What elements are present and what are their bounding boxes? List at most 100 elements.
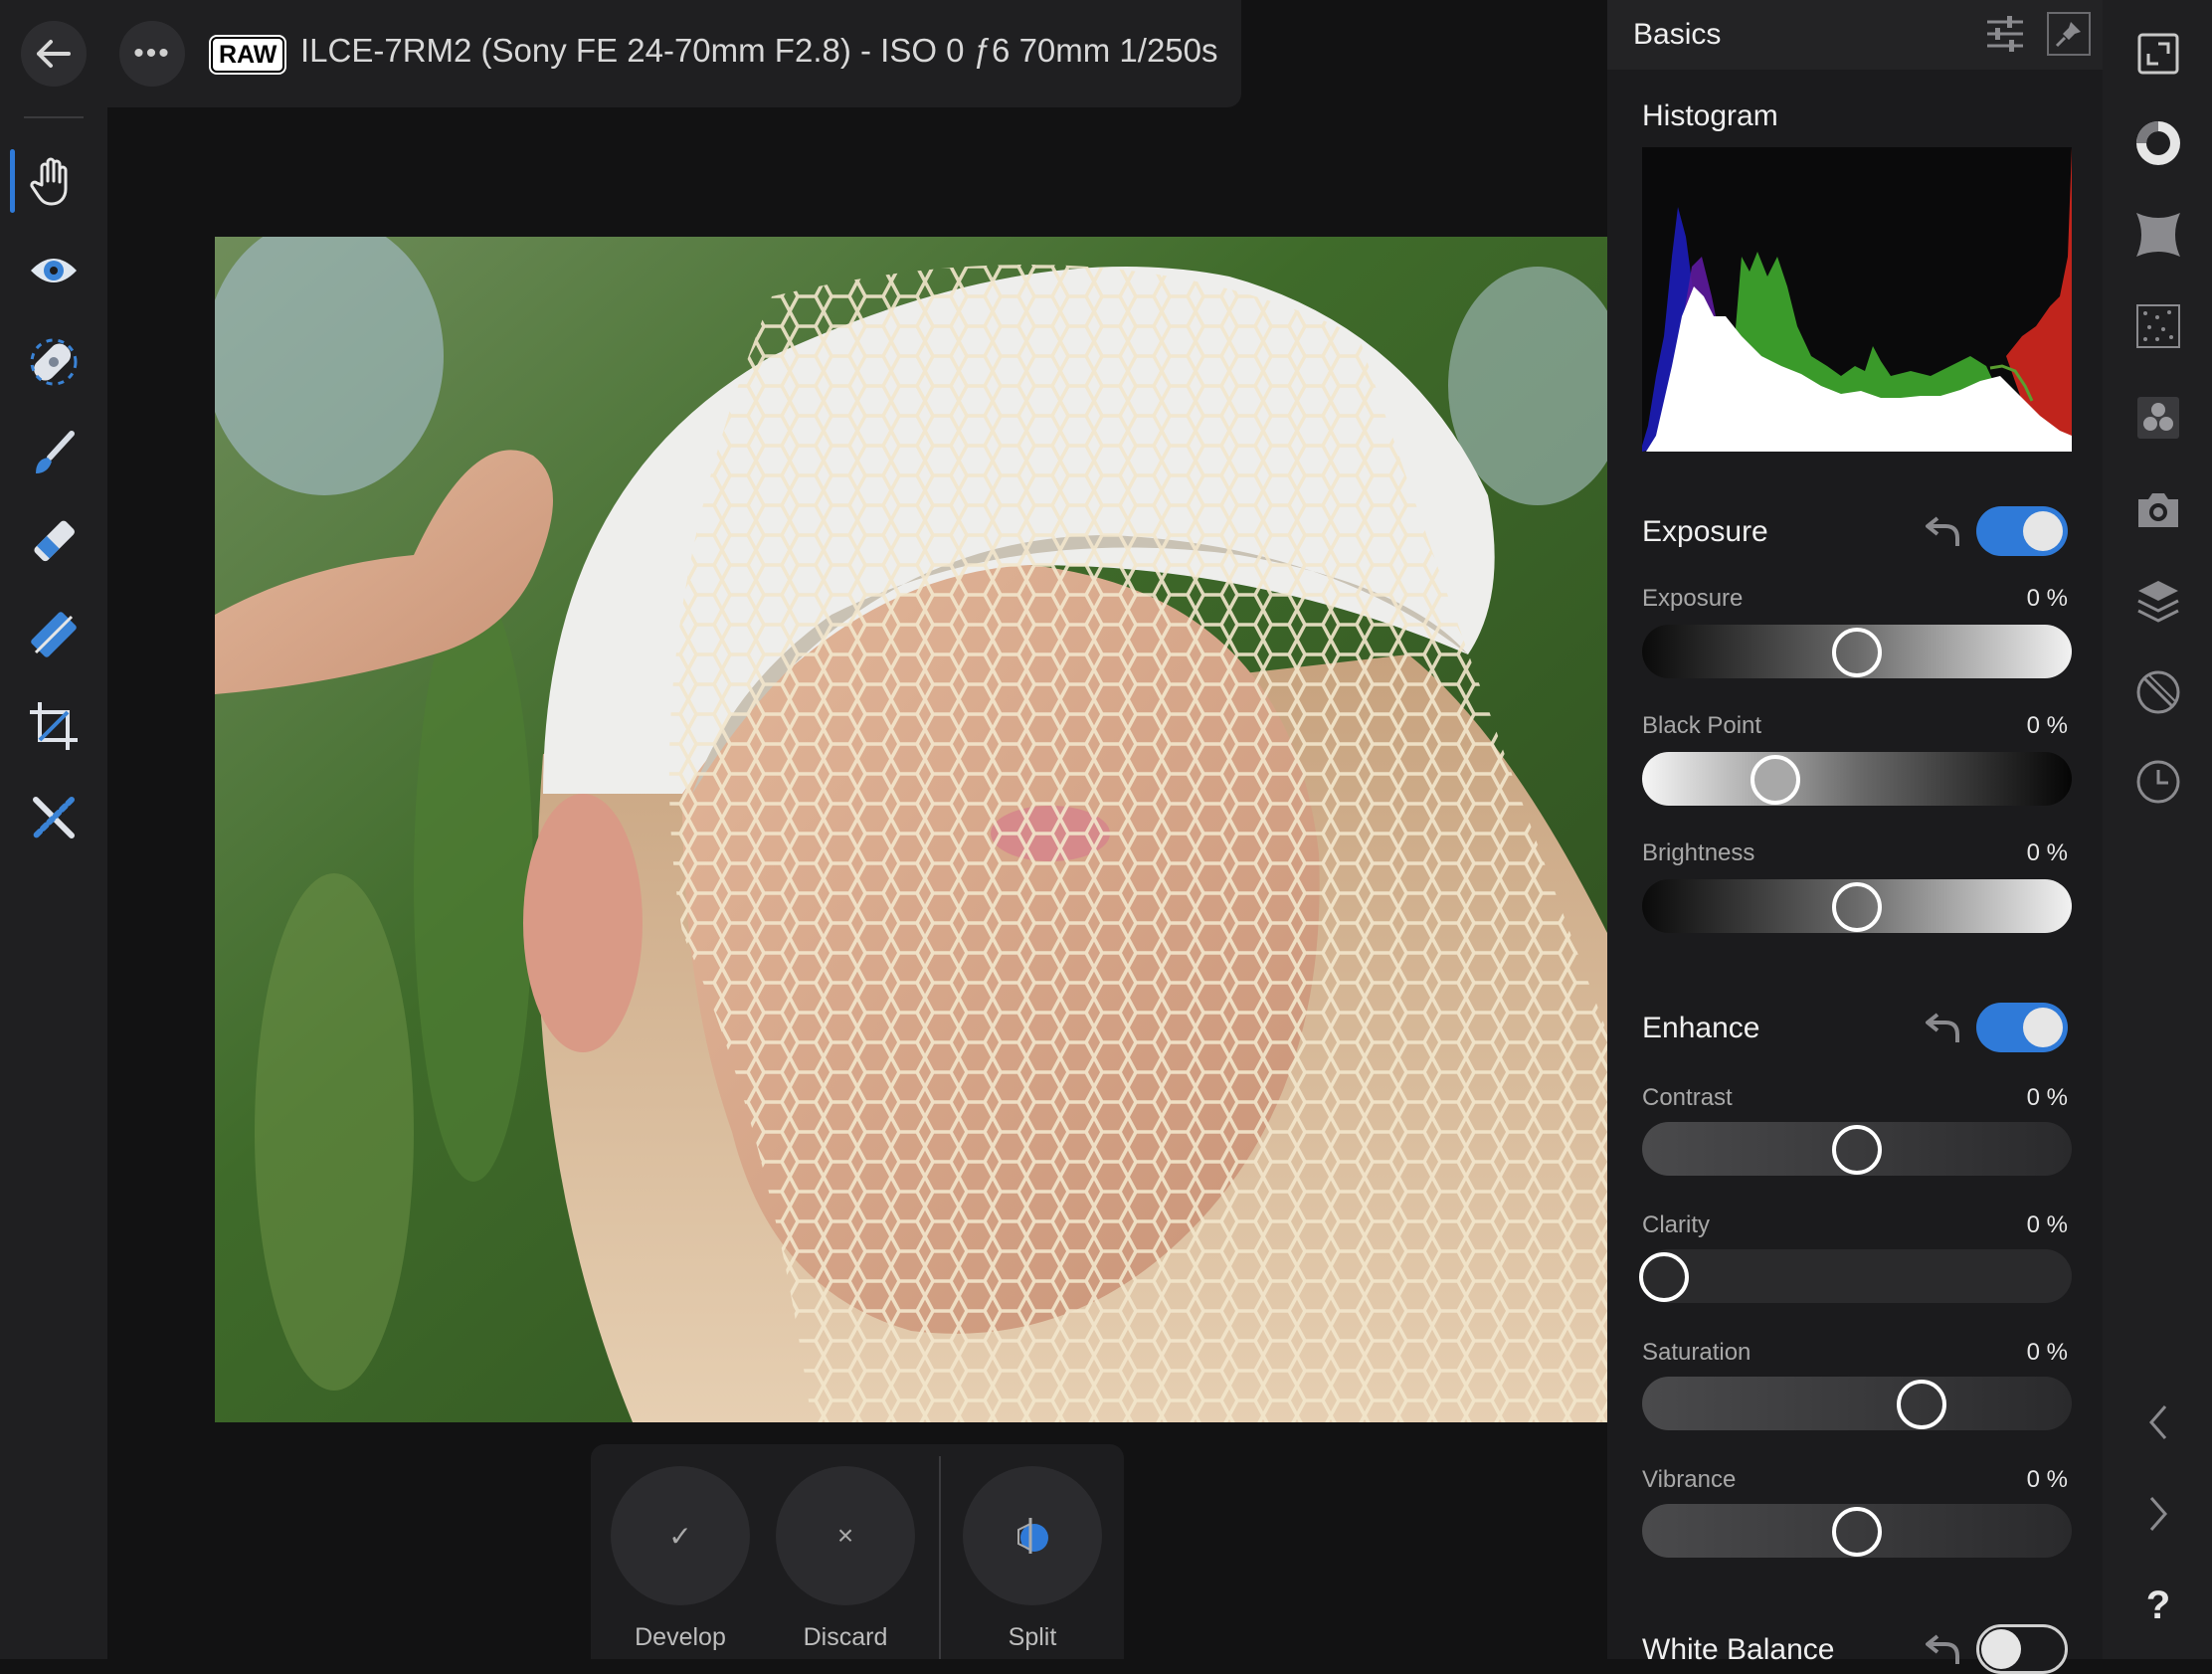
more-options-button[interactable]: ••• bbox=[119, 21, 185, 87]
clarity-slider-knob[interactable] bbox=[1638, 1252, 1689, 1302]
next-panel-button[interactable] bbox=[2132, 1488, 2184, 1540]
pin-icon bbox=[2055, 22, 2081, 48]
toolbar-divider bbox=[24, 116, 84, 118]
brightness-label: Brightness bbox=[1642, 839, 1755, 866]
left-toolbar bbox=[0, 0, 107, 1659]
gradient-tool[interactable] bbox=[22, 603, 86, 666]
layers-icon bbox=[2137, 581, 2179, 623]
black-point-slider-knob[interactable] bbox=[1750, 755, 1800, 805]
lens-panel-button[interactable] bbox=[2132, 209, 2184, 261]
exposure-reset-button[interactable] bbox=[1924, 510, 1963, 550]
details-panel-button[interactable] bbox=[2132, 300, 2184, 352]
fullscreen-icon bbox=[2137, 33, 2179, 75]
close-icon: × bbox=[776, 1466, 915, 1605]
black-point-slider[interactable] bbox=[1642, 752, 2072, 806]
develop-button[interactable]: ✓ Develop bbox=[611, 1466, 750, 1652]
color-icon bbox=[2137, 397, 2179, 439]
contrast-value: 0 % bbox=[2026, 1084, 2068, 1111]
tone-icon bbox=[2136, 121, 2180, 165]
brightness-slider-knob[interactable] bbox=[1832, 882, 1882, 932]
question-mark-icon: ? bbox=[2145, 1582, 2171, 1627]
back-arrow-icon bbox=[37, 40, 71, 68]
white-balance-toggle[interactable] bbox=[1976, 1624, 2068, 1674]
studio-panel-strip: ? bbox=[2103, 0, 2212, 1659]
enhance-section-title: Enhance bbox=[1642, 1012, 1760, 1044]
panel-settings-button[interactable] bbox=[1983, 12, 2027, 56]
white-balance-reset-button[interactable] bbox=[1924, 1628, 1963, 1668]
photo-info-bar: ••• RAW ILCE-7RM2 (Sony FE 24-70mm F2.8)… bbox=[107, 0, 1241, 107]
brightness-slider[interactable] bbox=[1642, 879, 2072, 933]
gradient-icon bbox=[31, 612, 77, 657]
back-button[interactable] bbox=[21, 21, 87, 87]
hand-tool[interactable] bbox=[22, 149, 86, 213]
clarity-label: Clarity bbox=[1642, 1211, 1711, 1238]
split-label: Split bbox=[1008, 1623, 1057, 1651]
undo-icon bbox=[1926, 516, 1959, 546]
lens-icon bbox=[2136, 670, 2180, 714]
crop-tool[interactable] bbox=[22, 694, 86, 758]
fullscreen-button[interactable] bbox=[2132, 28, 2184, 80]
toggle-thumb bbox=[1981, 1629, 2021, 1669]
white-balance-section-title: White Balance bbox=[1642, 1633, 1835, 1666]
photo-image bbox=[215, 237, 1607, 1422]
red-eye-tool[interactable] bbox=[22, 239, 86, 302]
basics-panel-button[interactable] bbox=[2132, 117, 2184, 169]
pin-panel-button[interactable] bbox=[2047, 12, 2091, 56]
layers-panel-button[interactable] bbox=[2132, 575, 2184, 627]
sliders-icon bbox=[1987, 16, 2023, 52]
camera-icon bbox=[2138, 493, 2178, 527]
overlays-panel-button[interactable] bbox=[2132, 666, 2184, 718]
contrast-slider-knob[interactable] bbox=[1832, 1125, 1882, 1175]
brush-tool[interactable] bbox=[22, 422, 86, 485]
saturation-slider[interactable] bbox=[1642, 1377, 2072, 1430]
blemish-tool[interactable] bbox=[22, 330, 86, 394]
color-panel-button[interactable] bbox=[2132, 392, 2184, 444]
ellipsis-icon: ••• bbox=[133, 37, 171, 70]
develop-actions-bar: ✓ Develop × Discard Split bbox=[591, 1444, 1124, 1659]
eraser-tool[interactable] bbox=[22, 511, 86, 575]
split-view-button[interactable]: Split bbox=[963, 1466, 1102, 1652]
exposure-slider[interactable] bbox=[1642, 625, 2072, 678]
selection-tool[interactable] bbox=[22, 786, 86, 849]
eye-icon bbox=[31, 259, 77, 282]
help-button[interactable]: ? bbox=[2132, 1580, 2184, 1631]
hand-icon bbox=[30, 157, 68, 206]
enhance-reset-button[interactable] bbox=[1924, 1007, 1963, 1046]
exposure-toggle[interactable] bbox=[1976, 506, 2068, 556]
history-panel-button[interactable] bbox=[2132, 756, 2184, 808]
contrast-label: Contrast bbox=[1642, 1084, 1733, 1111]
selection-brush-icon bbox=[33, 797, 75, 838]
previous-panel-button[interactable] bbox=[2132, 1396, 2184, 1448]
develop-label: Develop bbox=[635, 1623, 726, 1651]
brightness-value: 0 % bbox=[2026, 839, 2068, 866]
histogram-graph bbox=[1642, 147, 2072, 452]
crop-icon bbox=[30, 702, 78, 750]
chevron-left-icon bbox=[2149, 1405, 2167, 1439]
vibrance-slider[interactable] bbox=[1642, 1504, 2072, 1558]
histogram-title: Histogram bbox=[1642, 99, 1778, 132]
saturation-value: 0 % bbox=[2026, 1339, 2068, 1366]
panel-title: Basics bbox=[1633, 18, 1722, 51]
clarity-value: 0 % bbox=[2026, 1211, 2068, 1238]
actions-divider bbox=[939, 1456, 941, 1659]
saturation-slider-knob[interactable] bbox=[1896, 1380, 1946, 1429]
vignette-icon bbox=[2136, 213, 2180, 257]
photo-canvas[interactable] bbox=[215, 237, 1607, 1422]
discard-label: Discard bbox=[803, 1623, 888, 1651]
enhance-toggle[interactable] bbox=[1976, 1003, 2068, 1052]
camera-panel-button[interactable] bbox=[2132, 483, 2184, 535]
saturation-label: Saturation bbox=[1642, 1339, 1751, 1366]
chevron-right-icon bbox=[2149, 1497, 2167, 1531]
active-tool-indicator bbox=[10, 149, 15, 213]
undo-icon bbox=[1926, 1013, 1959, 1042]
vibrance-label: Vibrance bbox=[1642, 1466, 1737, 1493]
clarity-slider[interactable] bbox=[1638, 1249, 2072, 1303]
toggle-thumb bbox=[2023, 1008, 2063, 1047]
camera-info: ILCE-7RM2 (Sony FE 24-70mm F2.8) - ISO 0… bbox=[300, 32, 1218, 69]
exposure-slider-knob[interactable] bbox=[1832, 628, 1882, 677]
contrast-slider[interactable] bbox=[1642, 1122, 2072, 1176]
vibrance-slider-knob[interactable] bbox=[1832, 1507, 1882, 1557]
discard-button[interactable]: × Discard bbox=[776, 1466, 915, 1652]
black-point-label: Black Point bbox=[1642, 712, 1762, 739]
exposure-value: 0 % bbox=[2026, 585, 2068, 612]
